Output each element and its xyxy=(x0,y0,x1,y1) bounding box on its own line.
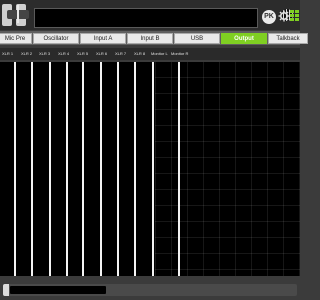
meter-line-xlr3 xyxy=(49,62,51,276)
scrollbar-cap[interactable] xyxy=(3,284,9,296)
meter-line-xlr6 xyxy=(100,62,102,276)
channel-label-xlr5: XLR 5 xyxy=(77,51,89,56)
meter-plot-area xyxy=(0,62,300,276)
meter-line-xlr2 xyxy=(31,62,33,276)
channel-label-xlr1: XLR 1 xyxy=(2,51,14,56)
channel-label-monitor-l: Monitor L xyxy=(151,51,168,56)
meter-line-xlr5 xyxy=(82,62,84,276)
channel-label-xlr6: XLR 6 xyxy=(96,51,108,56)
tab-usb[interactable]: USB xyxy=(174,33,220,44)
toggle-icon[interactable] xyxy=(7,5,29,23)
meter-line-xlr7 xyxy=(117,62,119,276)
channel-label-xlr8: XLR 8 xyxy=(134,51,146,56)
plot-grid xyxy=(155,62,300,276)
pk-icon[interactable]: PK xyxy=(262,10,276,24)
meter-line-monitor-r xyxy=(178,62,180,276)
meter-line-xlr8 xyxy=(134,62,136,276)
channel-label-xlr4: XLR 4 xyxy=(58,51,70,56)
gear-icon[interactable] xyxy=(278,10,290,22)
top-toolbar: PK xyxy=(0,0,300,30)
tab-input-a[interactable]: Input A xyxy=(80,33,126,44)
channel-label-monitor-r: Monitor R xyxy=(171,51,189,56)
tab-talkback[interactable]: Talkback xyxy=(268,33,308,44)
tab-oscillator[interactable]: Oscillator xyxy=(33,33,79,44)
meter-line-monitor-l xyxy=(152,62,154,276)
grid-icon[interactable] xyxy=(290,10,300,22)
meter-line-xlr4 xyxy=(66,62,68,276)
meter-line-xlr1 xyxy=(14,62,16,276)
title-display xyxy=(34,8,258,28)
channel-label-xlr7: XLR 7 xyxy=(115,51,127,56)
tab-mic-pre[interactable]: Mic Pre xyxy=(0,33,32,44)
tab-output[interactable]: Output xyxy=(221,33,267,44)
tab-input-b[interactable]: Input B xyxy=(127,33,173,44)
channel-label-xlr2: XLR 2 xyxy=(21,51,33,56)
scrollbar-thumb[interactable] xyxy=(10,286,106,294)
channel-label-xlr3: XLR 3 xyxy=(39,51,51,56)
